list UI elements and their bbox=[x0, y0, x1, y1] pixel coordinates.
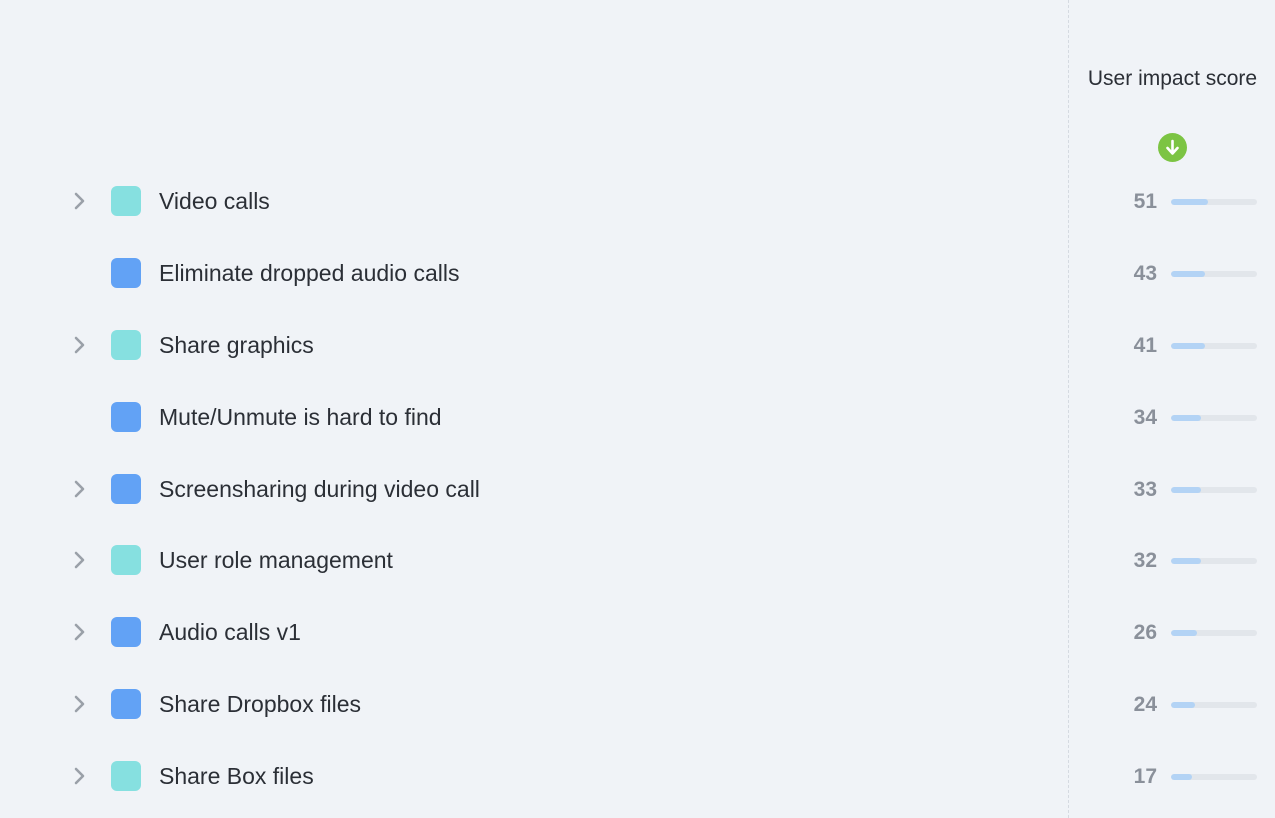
item-label[interactable]: Video calls bbox=[159, 186, 270, 216]
item-label[interactable]: Audio calls v1 bbox=[159, 617, 301, 647]
score-bar-fill bbox=[1171, 774, 1192, 780]
chevron-right-icon[interactable] bbox=[68, 190, 90, 212]
score-bar bbox=[1171, 702, 1257, 708]
chevron-right-icon[interactable] bbox=[68, 765, 90, 787]
score-bar-fill bbox=[1171, 343, 1205, 349]
item-label[interactable]: Screensharing during video call bbox=[159, 474, 480, 504]
list-item[interactable]: Mute/Unmute is hard to find 34 bbox=[0, 388, 1275, 448]
impact-score-value: 17 bbox=[1133, 765, 1157, 788]
color-swatch bbox=[111, 258, 141, 288]
impact-score-value: 32 bbox=[1133, 549, 1157, 572]
arrow-down-icon bbox=[1166, 139, 1179, 155]
impact-score-value: 26 bbox=[1133, 621, 1157, 644]
list-item[interactable]: Screensharing during video call 33 bbox=[0, 460, 1275, 520]
score-bar bbox=[1171, 487, 1257, 493]
chevron-right-icon[interactable] bbox=[68, 334, 90, 356]
impact-score-value: 51 bbox=[1133, 190, 1157, 213]
color-swatch bbox=[111, 186, 141, 216]
score-bar bbox=[1171, 630, 1257, 636]
item-label[interactable]: Mute/Unmute is hard to find bbox=[159, 402, 442, 432]
score-column-header[interactable]: User impact score bbox=[1085, 66, 1260, 92]
chevron-right-icon[interactable] bbox=[68, 549, 90, 571]
score-bar bbox=[1171, 199, 1257, 205]
impact-score-value: 41 bbox=[1133, 334, 1157, 357]
score-bar-fill bbox=[1171, 199, 1208, 205]
color-swatch bbox=[111, 617, 141, 647]
impact-score-value: 34 bbox=[1133, 406, 1157, 429]
score-bar-fill bbox=[1171, 487, 1201, 493]
list-item[interactable]: Share Dropbox files 24 bbox=[0, 675, 1275, 735]
impact-score-value: 24 bbox=[1133, 693, 1157, 716]
list-item[interactable]: Audio calls v1 26 bbox=[0, 603, 1275, 663]
score-bar bbox=[1171, 774, 1257, 780]
item-label[interactable]: Eliminate dropped audio calls bbox=[159, 258, 459, 288]
item-label[interactable]: Share Box files bbox=[159, 761, 314, 791]
color-swatch bbox=[111, 402, 141, 432]
color-swatch bbox=[111, 761, 141, 791]
impact-score-list: User impact score Video calls 51 Eliminate… bbox=[0, 0, 1275, 818]
color-swatch bbox=[111, 474, 141, 504]
chevron-right-icon[interactable] bbox=[68, 693, 90, 715]
color-swatch bbox=[111, 330, 141, 360]
score-bar bbox=[1171, 271, 1257, 277]
item-label[interactable]: Share graphics bbox=[159, 330, 314, 360]
impact-score-value: 33 bbox=[1133, 478, 1157, 501]
score-bar-fill bbox=[1171, 630, 1197, 636]
list-item[interactable]: User role management 32 bbox=[0, 531, 1275, 591]
score-bar-fill bbox=[1171, 271, 1205, 277]
score-bar-fill bbox=[1171, 702, 1195, 708]
chevron-right-icon[interactable] bbox=[68, 621, 90, 643]
item-label[interactable]: User role management bbox=[159, 545, 393, 575]
list-item[interactable]: Video calls 51 bbox=[0, 172, 1275, 232]
score-bar bbox=[1171, 415, 1257, 421]
item-label[interactable]: Share Dropbox files bbox=[159, 689, 361, 719]
color-swatch bbox=[111, 545, 141, 575]
list-item[interactable]: Share Box files 17 bbox=[0, 747, 1275, 807]
score-bar-fill bbox=[1171, 415, 1201, 421]
chevron-right-icon[interactable] bbox=[68, 478, 90, 500]
score-bar bbox=[1171, 558, 1257, 564]
score-bar-fill bbox=[1171, 558, 1201, 564]
color-swatch bbox=[111, 689, 141, 719]
list-item[interactable]: Share graphics 41 bbox=[0, 316, 1275, 376]
list-item[interactable]: Eliminate dropped audio calls 43 bbox=[0, 244, 1275, 304]
impact-score-value: 43 bbox=[1133, 262, 1157, 285]
sort-descending-button[interactable] bbox=[1158, 133, 1187, 162]
score-bar bbox=[1171, 343, 1257, 349]
